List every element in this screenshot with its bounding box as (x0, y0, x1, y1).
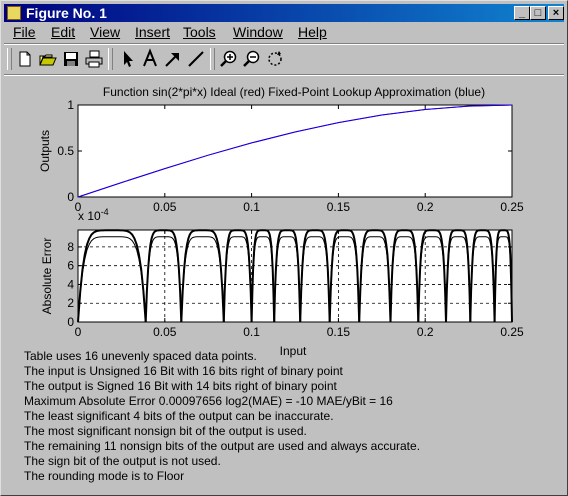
info-line-8: The sign bit of the output is not used. (24, 454, 221, 468)
bottom-x-tick-label: 0.2 (417, 325, 434, 339)
top-x-tick-label: 0.2 (417, 200, 434, 214)
menu-window-label: Window (233, 24, 283, 40)
title-bar[interactable]: Figure No. 1 _ □ × (4, 4, 564, 22)
menu-insert[interactable]: Insert (135, 23, 170, 42)
text-a-icon[interactable] (139, 48, 161, 70)
top-y-tick-label: 0 (67, 190, 74, 204)
toolbar-separator-2 (210, 48, 215, 70)
rotate-icon[interactable] (264, 48, 286, 70)
menu-view-label: View (90, 24, 121, 40)
top-chart-title: Function sin(2*pi*x) Ideal (red) Fixed-P… (103, 85, 485, 99)
exponent-base: x 10 (78, 209, 101, 223)
close-button[interactable]: × (548, 6, 564, 20)
maximize-button[interactable]: □ (530, 6, 546, 20)
top-x-tick-label: 0.05 (153, 200, 177, 214)
bottom-x-axis-label: Input (280, 344, 307, 358)
menu-edit-label: Edit (51, 24, 76, 40)
figure-canvas: Function sin(2*pi*x) Ideal (red) Fixed-P… (4, 77, 564, 489)
bottom-y-tick-label: 6 (67, 259, 74, 273)
window-title: Figure No. 1 (26, 5, 107, 21)
menu-file-label: File (13, 24, 36, 40)
save-icon[interactable] (60, 48, 82, 70)
minimize-button[interactable]: _ (514, 6, 530, 20)
new-file-icon[interactable] (14, 48, 36, 70)
bottom-y-tick-label: 2 (67, 296, 74, 310)
bottom-y-tick-label: 8 (67, 240, 74, 254)
top-y-axis-label: Outputs (38, 130, 52, 172)
arrow-icon[interactable] (162, 48, 184, 70)
toolbar (4, 45, 564, 73)
menu-help[interactable]: Help (298, 23, 327, 42)
top-y-tick-label: 0.5 (57, 144, 74, 158)
bottom-x-tick-label: 0.05 (153, 325, 177, 339)
info-line-7: The remaining 11 nonsign bits of the out… (24, 439, 421, 453)
toolbar-separator-line (4, 74, 564, 76)
open-folder-icon[interactable] (37, 48, 59, 70)
bottom-x-tick-label: 0.1 (243, 325, 260, 339)
figure-icon (7, 6, 21, 20)
top-y-tick-label: 1 (67, 98, 74, 112)
info-line-2: The input is Unsigned 16 Bit with 16 bit… (24, 364, 343, 378)
arrow-select-icon[interactable] (116, 48, 138, 70)
info-line-9: The rounding mode is to Floor (24, 469, 185, 483)
info-line-3: The output is Signed 16 Bit with 14 bits… (24, 379, 337, 393)
info-line-1: Table uses 16 unevenly spaced data point… (24, 349, 257, 363)
bottom-x-tick-label: 0.25 (500, 325, 524, 339)
bottom-y-tick-label: 4 (67, 277, 74, 291)
print-icon[interactable] (83, 48, 105, 70)
bottom-x-tick-label: 0.15 (327, 325, 351, 339)
menu-tools-label: Tools (183, 24, 216, 40)
figure-window: Figure No. 1 _ □ × File Edit View Insert… (0, 0, 568, 496)
menu-help-label: Help (298, 24, 327, 40)
info-line-5: The least significant 4 bits of the outp… (24, 409, 334, 423)
bottom-x-tick-label: 0 (75, 325, 82, 339)
top-axes (77, 104, 513, 198)
bottom-y-tick-label: 0 (67, 315, 74, 329)
info-line-6: The most significant nonsign bit of the … (24, 424, 307, 438)
zoom-in-icon[interactable] (218, 48, 240, 70)
exponent-label: x 10-4 (78, 207, 109, 223)
exponent-power: -4 (101, 207, 109, 217)
menu-tools[interactable]: Tools (183, 23, 216, 42)
menu-file[interactable]: File (13, 23, 36, 42)
toolbar-grip (7, 48, 12, 70)
toolbar-separator (108, 48, 113, 70)
menu-edit[interactable]: Edit (51, 23, 75, 42)
top-x-tick-label: 0.1 (243, 200, 260, 214)
menu-bar: File Edit View Insert Tools Window Help (4, 23, 564, 42)
zoom-out-icon[interactable] (241, 48, 263, 70)
top-x-tick-label: 0.15 (327, 200, 351, 214)
info-line-4: Maximum Absolute Error 0.00097656 log2(M… (24, 394, 393, 408)
line-icon[interactable] (185, 48, 207, 70)
top-x-tick-label: 0.25 (500, 200, 524, 214)
bottom-y-axis-label: Absolute Error (40, 238, 54, 315)
menu-window[interactable]: Window (233, 23, 283, 42)
menu-view[interactable]: View (90, 23, 120, 42)
menu-insert-label: Insert (135, 24, 171, 40)
